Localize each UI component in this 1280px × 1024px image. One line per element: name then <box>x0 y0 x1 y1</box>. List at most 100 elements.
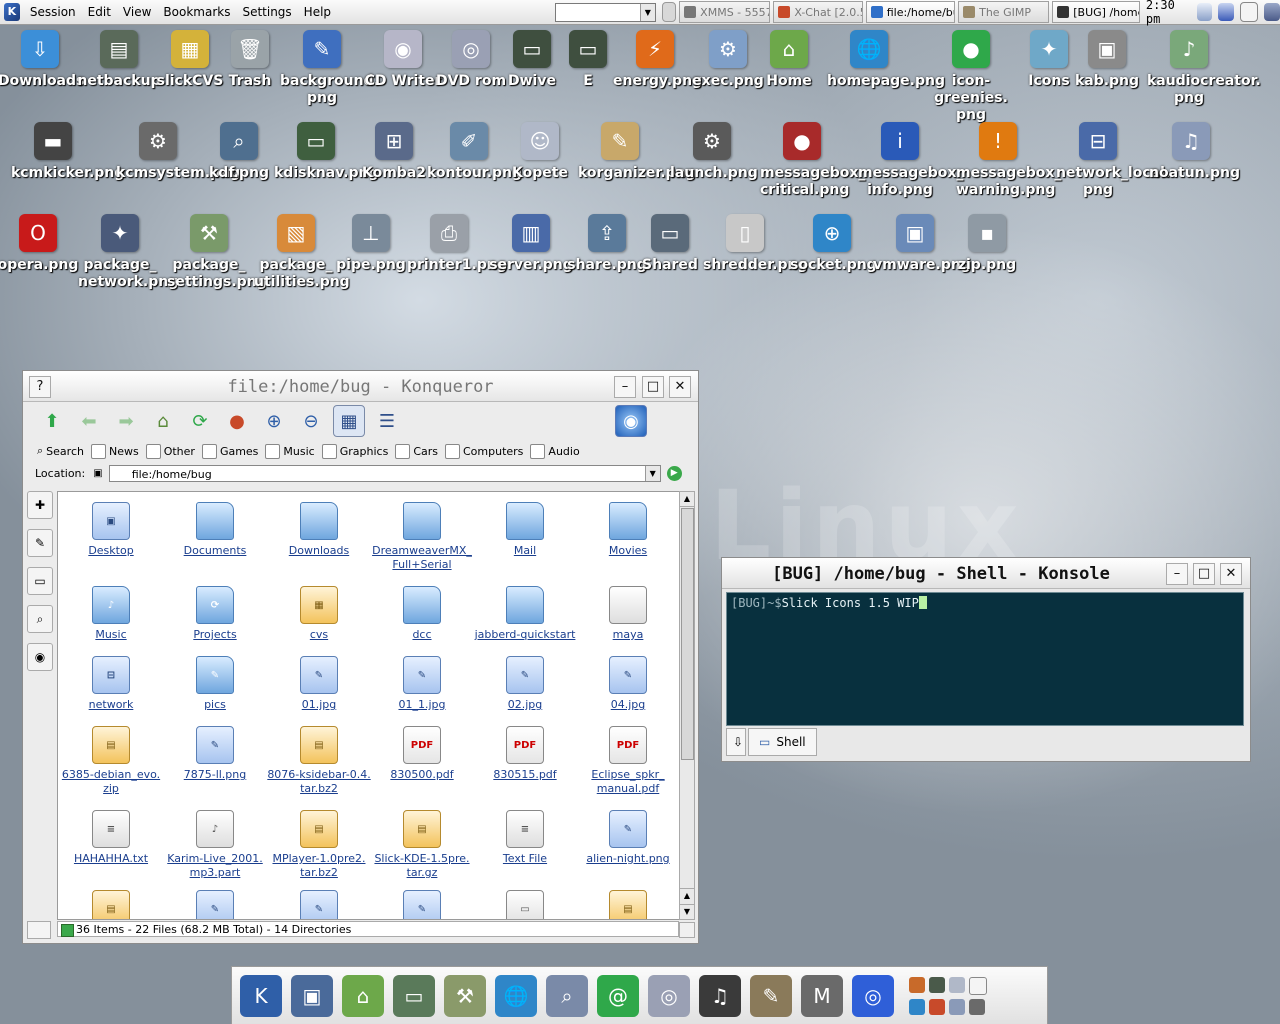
monitor-launcher-icon[interactable]: ▭ <box>393 974 435 1017</box>
desktop-icon[interactable]: ⊟ network_local. png <box>1056 122 1170 199</box>
bookmark-audio[interactable]: Audio <box>530 443 580 459</box>
tray-app-icon[interactable] <box>929 998 945 1015</box>
resize-grip[interactable] <box>679 922 695 938</box>
file-item[interactable]: ▤ MPlayer-1.0pre2. tar.bz2 <box>267 810 371 880</box>
file-item[interactable]: ▦ cvs <box>267 586 371 642</box>
minimize-button[interactable]: – <box>1166 563 1188 585</box>
desktop-icon[interactable]: ● messagebox_ critical.png <box>760 122 865 199</box>
desktop-icon[interactable]: ▭ kdisknav.png <box>274 122 379 182</box>
tray-app-icon[interactable] <box>969 998 985 1015</box>
desktop-icon[interactable]: ⚡ energy.png <box>613 30 702 90</box>
forward-arrow-icon[interactable]: ➡ <box>111 406 141 436</box>
sidebar-services-icon[interactable]: ◉ <box>27 643 53 671</box>
file-item[interactable]: ✎ alien-night.png <box>576 810 680 866</box>
chevron-down-icon[interactable]: ▼ <box>639 3 655 21</box>
file-item[interactable]: maya <box>576 586 680 642</box>
tray-app-icon[interactable] <box>909 998 925 1015</box>
spiral-launcher-icon[interactable]: ◎ <box>852 974 894 1017</box>
new-session-icon[interactable]: ⇩ <box>726 728 746 756</box>
sidebar-history-icon[interactable]: ⌕ <box>27 605 53 633</box>
desktop-icon[interactable]: ! messagebox_ warning.png <box>956 122 1061 199</box>
konsole-titlebar[interactable]: [BUG] /home/bug - Shell - Konsole – □ ✕ <box>722 558 1250 589</box>
home-launcher-icon[interactable]: ⌂ <box>342 974 384 1017</box>
file-item[interactable]: ▭ <box>473 890 577 919</box>
desktop-icon[interactable]: ▬ kcmkicker.png <box>11 122 124 182</box>
speaker-icon[interactable] <box>1196 3 1213 21</box>
bookmark-other[interactable]: Other <box>145 443 195 459</box>
up-arrow-icon[interactable]: ⬆ <box>37 406 67 436</box>
file-item[interactable]: Downloads <box>267 502 371 558</box>
bookmark-graphics[interactable]: Graphics <box>321 443 388 459</box>
terminal-area[interactable]: [BUG]~$Slick Icons 1.5 WIP <box>726 592 1244 726</box>
gimp-launcher-icon[interactable]: ✎ <box>750 974 792 1017</box>
desktop-icon[interactable]: ♫ noatun.png <box>1149 122 1240 182</box>
file-item[interactable]: ♪ Karim-Live_2001. mp3.part <box>163 810 267 880</box>
file-item[interactable]: PDF Eclipse_spkr_ manual.pdf <box>576 726 680 796</box>
file-item[interactable]: ▤ 6385-debian_evo. zip <box>59 726 163 796</box>
clipboard-icon[interactable] <box>661 2 677 22</box>
file-item[interactable]: dcc <box>370 586 474 642</box>
desktop-icon[interactable]: ✎ korganizer.png <box>578 122 696 182</box>
task-konsole[interactable]: [BUG] /home/b <box>1052 1 1140 23</box>
tray-app-icon[interactable] <box>949 976 965 993</box>
icon-view-icon[interactable]: ▦ <box>333 405 365 437</box>
desktop-icon[interactable]: ▭ Shared <box>628 214 712 274</box>
reload-icon[interactable]: ⟳ <box>185 406 215 436</box>
file-item[interactable]: ▤ 8076-ksidebar-0.4. tar.bz2 <box>267 726 371 796</box>
kopete-tray-icon[interactable] <box>1240 2 1259 22</box>
file-item[interactable]: ✎ 01.jpg <box>267 656 371 712</box>
desktop-icon[interactable]: ♪ kaudiocreator. png <box>1147 30 1261 107</box>
dvd-launcher-icon[interactable]: ◎ <box>648 974 690 1017</box>
search-launcher-icon[interactable]: ⌕ <box>546 974 588 1017</box>
desktop-icon[interactable]: i messagebox_ info.png <box>858 122 963 199</box>
desktop-launcher-icon[interactable]: ▣ <box>291 974 333 1017</box>
file-item[interactable]: ≡ HAHAHHA.txt <box>59 810 163 866</box>
file-item[interactable]: jabberd-quickstart <box>473 586 577 642</box>
tray-app-icon[interactable] <box>909 976 925 993</box>
desktop-icon[interactable]: ⊞ Komba2 <box>352 122 436 182</box>
file-item[interactable]: ✎ 04.jpg <box>576 656 680 712</box>
file-item[interactable]: DreamweaverMX_ Full+Serial <box>370 502 474 572</box>
desktop-icon[interactable]: ▥ server.png <box>489 214 573 274</box>
file-item[interactable]: ▤ <box>576 890 680 919</box>
tray-menu-icon[interactable] <box>1264 3 1280 21</box>
desktop-icon[interactable]: 🌐 homepage.png <box>827 30 945 90</box>
desktop-icon[interactable]: ▧ package_ utilities.png <box>254 214 350 291</box>
desktop-icon[interactable]: ⚙ launch.png <box>670 122 758 182</box>
desktop-icon[interactable]: ⌂ Home <box>747 30 831 90</box>
panel-combo-box[interactable]: ▼ <box>555 2 656 22</box>
file-item[interactable]: Documents <box>163 502 267 558</box>
bookmark-cars[interactable]: Cars <box>395 443 438 459</box>
browser-launcher-icon[interactable]: 🌐 <box>495 974 537 1017</box>
file-item[interactable]: Mail <box>473 502 577 558</box>
bookmark-games[interactable]: Games <box>201 443 258 459</box>
desktop-icon[interactable]: ▪ zip.png <box>945 214 1029 274</box>
bookmark-news[interactable]: News <box>90 443 139 459</box>
scroll-down-icon[interactable]: ▼ <box>680 904 694 919</box>
task-konqueror[interactable]: file:/home/bug <box>865 1 956 23</box>
file-item[interactable]: Movies <box>576 502 680 558</box>
desktop-icon[interactable]: ⚒ package_ settings.png <box>167 214 267 291</box>
scroll-up-icon[interactable]: ▲ <box>680 492 694 507</box>
close-button[interactable]: ✕ <box>669 376 691 398</box>
file-item[interactable]: ▤ <box>59 890 163 919</box>
file-item[interactable]: ✎ 01_1.jpg <box>370 656 474 712</box>
sidebar-toggle[interactable] <box>27 921 51 939</box>
file-item[interactable]: PDF 830500.pdf <box>370 726 474 782</box>
bookmark-search[interactable]: ⌕ Search <box>37 444 84 458</box>
package-launcher-icon[interactable]: ⚒ <box>444 974 486 1017</box>
zoom-in-icon[interactable]: ⊕ <box>259 406 289 436</box>
desktop-icon[interactable]: ⊥ pipe.png <box>329 214 413 274</box>
bookmark-music[interactable]: Music <box>265 443 315 459</box>
back-arrow-icon[interactable]: ⬅ <box>74 406 104 436</box>
file-item[interactable]: ⊟ network <box>59 656 163 712</box>
task-xchat[interactable]: X-Chat [2.0.5] <box>773 1 863 23</box>
menu-settings[interactable]: Settings <box>236 5 297 19</box>
file-item[interactable]: PDF 830515.pdf <box>473 726 577 782</box>
file-item[interactable]: ✎ <box>163 890 267 919</box>
desktop-icon[interactable]: Oopera.png <box>0 214 80 274</box>
tray-app-icon[interactable] <box>929 976 945 993</box>
maya-launcher-icon[interactable]: M <box>801 974 843 1017</box>
kmenu-launcher-icon[interactable]: K <box>240 974 282 1017</box>
file-item[interactable]: ✎ <box>370 890 474 919</box>
